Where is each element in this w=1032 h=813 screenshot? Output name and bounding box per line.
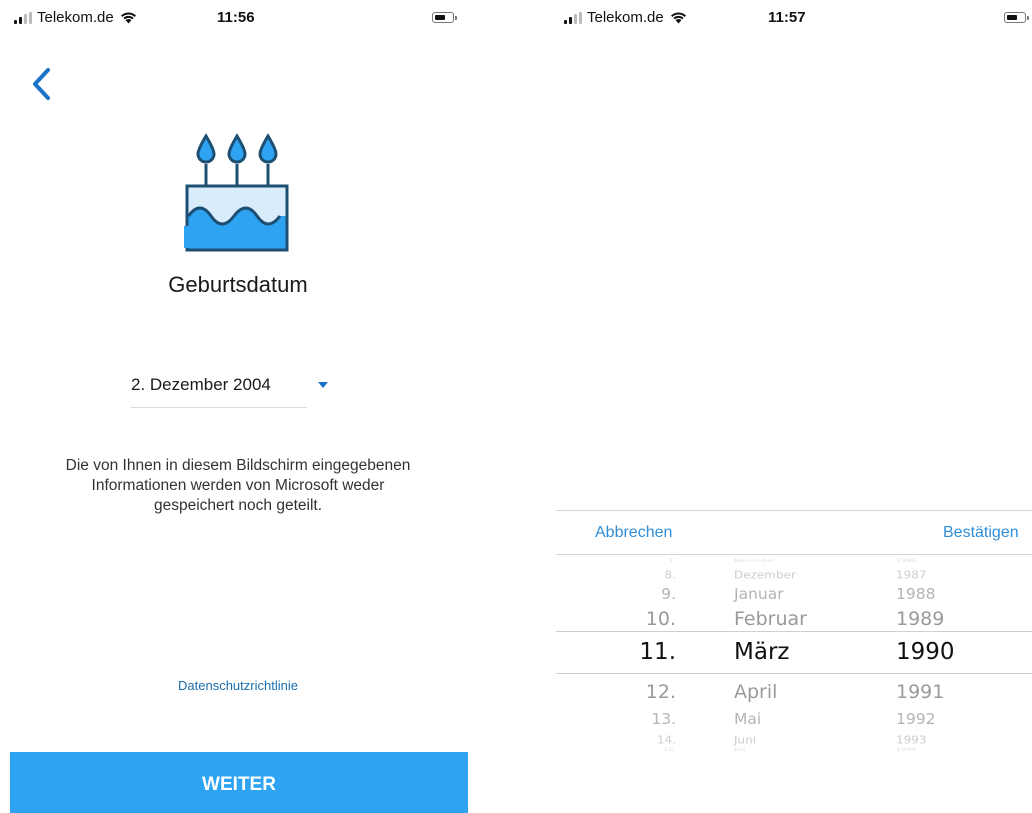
picker-item[interactable]: Dezember xyxy=(734,569,796,581)
date-picker-sheet: Abbrechen Bestätigen 7. 8. 9. 10. 11. 12… xyxy=(556,510,1032,813)
picker-ghost-item: 1994 xyxy=(896,747,917,752)
picker-item[interactable]: Januar xyxy=(734,585,784,603)
privacy-note: Die von Ihnen in diesem Bildschirm einge… xyxy=(65,457,411,514)
cancel-button[interactable]: Abbrechen xyxy=(595,524,672,542)
battery-icon xyxy=(432,12,457,23)
picker-toolbar: Abbrechen Bestätigen xyxy=(556,510,1032,555)
picker-item[interactable]: 1993 xyxy=(896,734,927,746)
phone-screen-left: Telekom.de 11:56 Geburtsdatum 2. Dezembe… xyxy=(0,0,476,813)
confirm-button[interactable]: Bestätigen xyxy=(943,524,1019,542)
status-time: 11:56 xyxy=(217,9,255,26)
year-wheel[interactable]: 1986 1987 1988 1989 1990 1991 1992 1993 … xyxy=(896,558,976,813)
back-chevron-icon[interactable] xyxy=(26,64,58,104)
next-button[interactable]: WEITER xyxy=(10,752,468,813)
picker-item[interactable]: 1987 xyxy=(896,569,927,581)
caret-down-icon xyxy=(318,382,328,388)
birthdate-dropdown[interactable]: 2. Dezember 2004 xyxy=(131,366,328,408)
wifi-icon xyxy=(120,12,136,24)
birthday-cake-icon xyxy=(184,133,289,252)
picker-item[interactable]: 1991 xyxy=(896,681,944,703)
picker-item[interactable]: 10. xyxy=(646,608,676,630)
carrier-name: Telekom.de xyxy=(37,9,114,26)
picker-item[interactable]: Februar xyxy=(734,608,807,630)
picker-item[interactable]: 1992 xyxy=(896,710,935,728)
status-time: 11:57 xyxy=(768,9,806,26)
date-picker-wheel: 7. 8. 9. 10. 11. 12. 13. 14. 15. Novembe… xyxy=(556,558,1032,813)
picker-item[interactable]: 9. xyxy=(661,585,676,603)
page-title: Geburtsdatum xyxy=(168,272,308,297)
picker-item[interactable]: April xyxy=(734,681,777,703)
picker-ghost-item: Juli xyxy=(734,747,746,752)
picker-item-selected[interactable]: 1990 xyxy=(896,639,955,665)
wifi-icon xyxy=(670,12,686,24)
signal-icon xyxy=(14,11,32,24)
picker-ghost-item: November xyxy=(734,558,776,563)
picker-item[interactable]: 1989 xyxy=(896,608,944,630)
picker-item[interactable]: 12. xyxy=(646,681,676,703)
picker-ghost-item: 1986 xyxy=(896,558,917,563)
status-bar: Telekom.de 11:56 xyxy=(0,0,476,40)
picker-item[interactable]: 8. xyxy=(665,569,676,581)
picker-item[interactable]: Juni xyxy=(734,734,756,746)
day-wheel[interactable]: 7. 8. 9. 10. 11. 12. 13. 14. 15. xyxy=(616,558,676,813)
picker-item[interactable]: 14. xyxy=(657,734,676,746)
phone-screen-right: Telekom.de 11:57 Abbrechen Bestätigen 7.… xyxy=(556,0,1032,813)
month-wheel[interactable]: November Dezember Januar Februar März Ap… xyxy=(734,558,874,813)
picker-item[interactable]: Mai xyxy=(734,710,761,728)
signal-icon xyxy=(564,11,582,24)
picker-item-selected[interactable]: März xyxy=(734,639,789,665)
picker-item-selected[interactable]: 11. xyxy=(639,639,676,665)
privacy-policy-link[interactable]: Datenschutzrichtlinie xyxy=(0,678,476,693)
picker-item[interactable]: 13. xyxy=(651,710,676,728)
birthdate-value: 2. Dezember 2004 xyxy=(131,375,271,394)
carrier-indicator: Telekom.de xyxy=(564,9,687,26)
carrier-indicator: Telekom.de xyxy=(14,9,137,26)
battery-icon xyxy=(1004,12,1029,23)
status-bar: Telekom.de 11:57 xyxy=(556,0,1032,40)
picker-ghost-item: 7. xyxy=(668,558,676,563)
carrier-name: Telekom.de xyxy=(587,9,664,26)
picker-item[interactable]: 1988 xyxy=(896,585,935,603)
picker-ghost-item: 15. xyxy=(663,747,676,752)
